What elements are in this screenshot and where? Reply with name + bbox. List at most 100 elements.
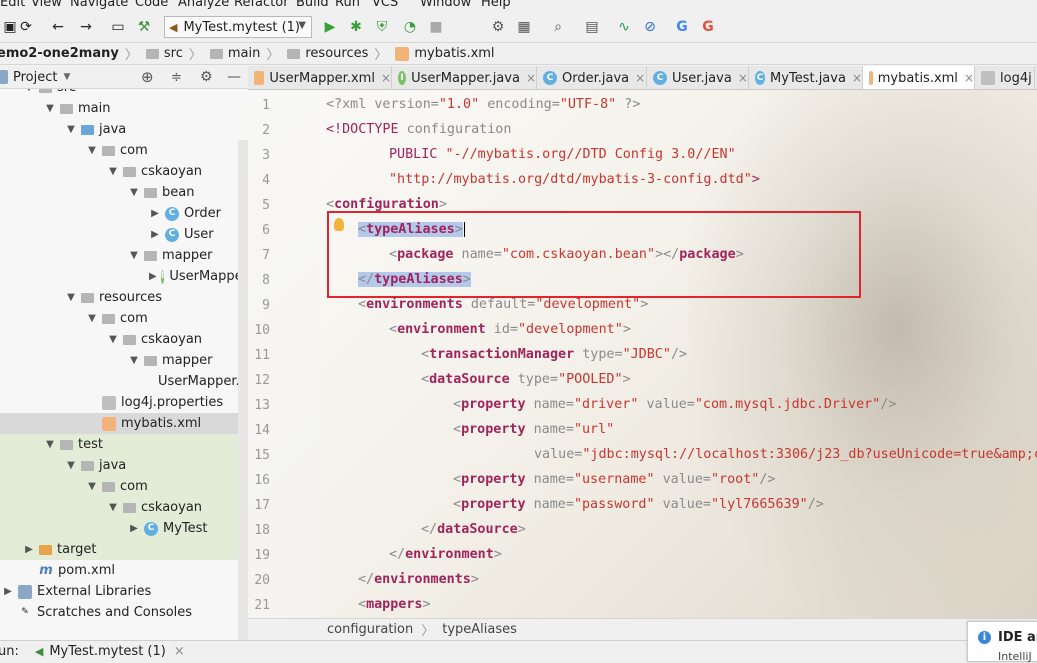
breadcrumb-project[interactable]: emo2-one2many 〉 [0,44,144,63]
menu-analyze[interactable]: Analyze [178,0,229,11]
menu-refactor[interactable]: Refactor [234,0,289,11]
tree-item[interactable]: ▼ com [0,140,248,161]
collapse-icon[interactable]: ≑ [171,70,182,85]
stop-icon[interactable]: ■ [426,17,446,37]
chevron-down-icon[interactable]: ▼ [65,124,77,135]
debug-icon[interactable]: ✱ [346,17,366,37]
chevron-down-icon[interactable]: ▼ [128,355,140,366]
locate-icon[interactable]: ⊕ [141,68,154,86]
tasks-icon[interactable]: ▤ [582,17,602,37]
tab-mytest-java[interactable]: C MyTest.java × [749,66,863,89]
close-icon[interactable]: × [174,644,185,659]
breadcrumb-main[interactable]: main 〉 [209,44,286,63]
tree-item[interactable]: ▼ com [0,308,248,329]
tree-item[interactable]: ▶ C Order [0,203,248,224]
tree-item[interactable]: ▶ External Libraries [0,581,248,602]
tree-item[interactable]: UserMapper.xml [0,371,248,392]
settings-wrench-icon[interactable]: ⚙ [488,17,508,37]
close-tab-icon[interactable]: × [381,71,391,85]
menu-code[interactable]: Code [135,0,168,11]
menu-view[interactable]: View [31,0,62,11]
close-tab-icon[interactable]: × [964,71,974,85]
chevron-right-icon[interactable]: ▶ [23,544,35,555]
no-entry-icon[interactable]: ⊘ [640,17,660,37]
tree-item[interactable]: mybatis.xml [0,413,248,434]
tree-item[interactable]: ▼ resources [0,287,248,308]
chevron-down-icon[interactable]: ▼ [86,145,98,156]
chevron-down-icon[interactable]: ▼ [128,187,140,198]
chevron-down-icon[interactable]: ▼ [65,292,77,303]
editor-crumb-configuration[interactable]: configuration [327,622,413,637]
chevron-down-icon[interactable]: ▼ [44,439,56,450]
tab-order-java[interactable]: C Order.java × [537,66,647,89]
lightbulb-icon[interactable] [334,218,344,231]
tree-item[interactable]: ✎ Scratches and Consoles [0,602,248,623]
build-window-icon[interactable]: ▭ [108,17,128,37]
tree-item[interactable]: ▼ cskaoyan [0,497,248,518]
editor-crumb-typealiases[interactable]: typeAliases [442,622,517,637]
hammer-icon[interactable]: ⚒ [134,17,154,37]
close-tab-icon[interactable]: × [852,71,862,85]
search-icon[interactable]: ⌕ [548,17,568,37]
chevron-right-icon[interactable]: ▶ [128,523,140,534]
google-translate-icon[interactable]: G [672,17,692,37]
tree-item[interactable]: ▼ java [0,455,248,476]
back-arrow-icon[interactable]: ← [48,17,68,37]
run-icon[interactable]: ▶ [320,17,340,37]
chevron-down-icon[interactable]: ▼ [65,460,77,471]
tree-item[interactable]: ▼ com [0,476,248,497]
menu-window[interactable]: Window [420,0,471,11]
breadcrumb-file[interactable]: mybatis.xml [395,46,495,61]
tree-item[interactable]: ▼ test [0,434,248,455]
project-panel-title[interactable]: Project [13,70,57,85]
tree-item[interactable]: ▼ java [0,119,248,140]
tree-item[interactable]: ▼ bean [0,182,248,203]
profile-icon[interactable]: ◔ [400,17,420,37]
menu-navigate[interactable]: Navigate [70,0,128,11]
close-tab-icon[interactable]: × [635,71,645,85]
activity-monitor-icon[interactable]: ∿ [614,17,634,37]
chevron-down-icon[interactable]: ▼ [86,481,98,492]
chevron-down-icon[interactable]: ▼ [107,166,119,177]
chevron-right-icon[interactable]: ▶ [149,271,157,282]
tree-scrollbar[interactable] [238,140,248,640]
breadcrumb-src[interactable]: src 〉 [145,44,208,63]
coverage-icon[interactable]: ⛨ [372,17,392,37]
menu-run[interactable]: Run [335,0,360,11]
breadcrumb-resources[interactable]: resources 〉 [287,44,393,63]
sync-icon[interactable]: ⟳ [16,17,36,37]
chevron-right-icon[interactable]: ▶ [2,586,14,597]
menu-vcs[interactable]: VCS [372,0,398,11]
tree-item[interactable]: ▼ cskaoyan [0,329,248,350]
run-tab-label[interactable]: MyTest.mytest (1) [49,644,166,659]
chevron-down-icon[interactable]: ▼ [23,89,35,93]
chevron-down-icon[interactable]: ▼ [86,313,98,324]
tree-item[interactable]: m pom.xml [0,560,248,581]
chevron-down-icon[interactable]: ▼ [107,502,119,513]
tab-log4j[interactable]: log4j [975,66,1035,89]
menu-build[interactable]: Build [296,0,329,11]
tab-user-java[interactable]: C User.java × [647,66,749,89]
tab-usermapper-java[interactable]: I UserMapper.java × [392,66,537,89]
close-tab-icon[interactable]: × [526,71,536,85]
tree-item[interactable]: ▶ target [0,539,248,560]
hide-panel-icon[interactable]: — [227,69,241,85]
google-plugin-icon[interactable]: G [698,17,718,37]
menu-edit[interactable]: Edit [0,0,25,11]
tree-item[interactable]: ▶ I UserMapper [0,266,248,287]
run-config-select[interactable]: ◀ MyTest.mytest (1) ▼ [164,16,312,38]
forward-arrow-icon[interactable]: → [76,17,96,37]
chevron-down-icon[interactable]: ▼ [63,72,70,82]
chevron-right-icon[interactable]: ▶ [149,208,161,219]
chevron-down-icon[interactable]: ▼ [107,334,119,345]
tree-item[interactable]: ▼ main [0,98,248,119]
chevron-down-icon[interactable]: ▼ [128,250,140,261]
tree-item[interactable]: ▶ C User [0,224,248,245]
project-structure-icon[interactable]: ▦ [514,17,534,37]
tab-usermapper-xml[interactable]: UserMapper.xml × [248,66,392,89]
tree-item[interactable]: ▶ C MyTest [0,518,248,539]
tree-item[interactable]: log4j.properties [0,392,248,413]
chevron-right-icon[interactable]: ▶ [149,229,161,240]
tree-item[interactable]: ▼ src [0,89,248,98]
chevron-down-icon[interactable]: ▼ [44,103,56,114]
